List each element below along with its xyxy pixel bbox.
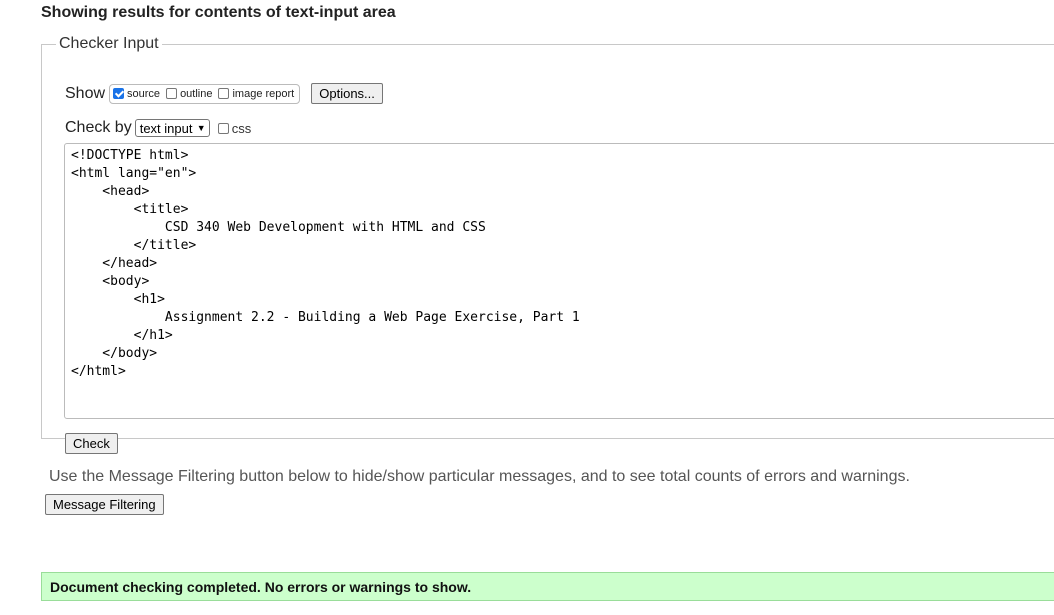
chevron-down-icon: ▼ bbox=[196, 123, 206, 133]
image-report-checkbox-label: image report bbox=[232, 87, 295, 100]
show-options-group: source outline image report bbox=[109, 83, 301, 104]
check-by-selected-value: text input bbox=[139, 120, 193, 136]
css-checkbox-label: css bbox=[231, 120, 252, 136]
show-label: Show bbox=[65, 84, 106, 102]
show-row: Show source outline image report Options… bbox=[65, 83, 383, 104]
check-button[interactable]: Check bbox=[65, 433, 118, 454]
checker-input-legend: Checker Input bbox=[59, 35, 159, 52]
message-filtering-button[interactable]: Message Filtering bbox=[45, 494, 164, 515]
page-heading: Showing results for contents of text-inp… bbox=[41, 4, 396, 21]
check-by-label: Check by bbox=[65, 119, 132, 136]
show-image-report-option[interactable]: image report bbox=[218, 88, 294, 100]
check-by-row: Check by text input ▼ css bbox=[65, 119, 251, 137]
image-report-checkbox[interactable] bbox=[218, 88, 230, 99]
outline-checkbox-label: outline bbox=[180, 87, 213, 100]
css-option[interactable]: css bbox=[217, 120, 252, 136]
result-success-banner: Document checking completed. No errors o… bbox=[41, 572, 1054, 601]
check-by-select[interactable]: text input ▼ bbox=[134, 119, 210, 137]
checker-input-fieldset: Checker Input Show source outline image … bbox=[41, 35, 1054, 454]
outline-checkbox[interactable] bbox=[166, 88, 178, 99]
css-checkbox[interactable] bbox=[217, 122, 229, 134]
source-checkbox[interactable] bbox=[113, 88, 125, 99]
source-textarea[interactable]: <!DOCTYPE html> <html lang="en"> <head> … bbox=[64, 143, 1054, 419]
source-checkbox-label: source bbox=[127, 87, 161, 100]
options-button[interactable]: Options... bbox=[311, 83, 383, 104]
message-filtering-info: Use the Message Filtering button below t… bbox=[49, 468, 910, 485]
show-outline-option[interactable]: outline bbox=[166, 88, 212, 100]
show-source-option[interactable]: source bbox=[113, 88, 160, 100]
